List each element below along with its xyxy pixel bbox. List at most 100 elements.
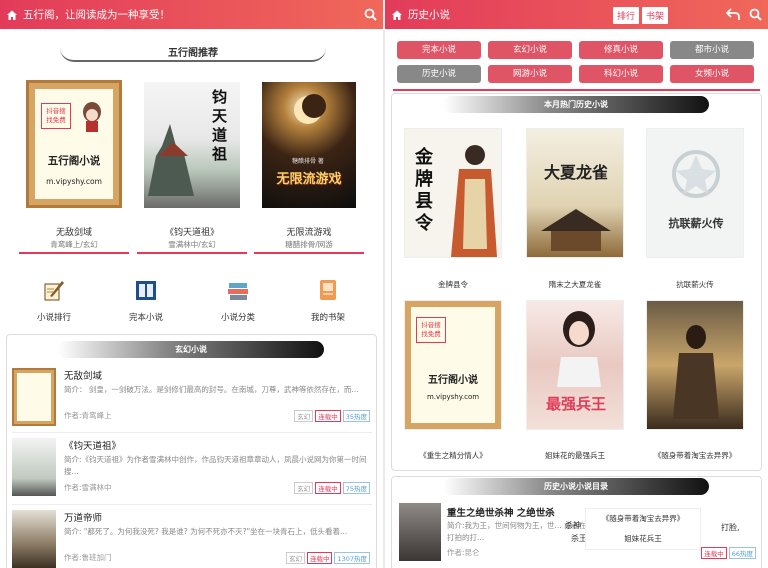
book-meta-1: 青鸾峰上/玄幻: [50, 240, 98, 249]
category-history[interactable]: 历史小说: [397, 65, 481, 83]
grid-cover-3-title: 抗联薪火传: [668, 217, 724, 230]
section-heading-fantasy: 玄幻小说: [58, 341, 324, 358]
emblem-icon: [672, 150, 720, 198]
suggestion-popup: 《随身带着淘宝去异界》 姐妹花兵王: [585, 508, 701, 550]
category-xiuzhen[interactable]: 修真小说: [579, 41, 663, 59]
book-cover-1[interactable]: 抖音搜 找免费 五行阁小说 m.vipyshy.com: [26, 80, 122, 208]
tab-bookshelf[interactable]: 书架: [642, 7, 669, 24]
book-name-1[interactable]: 无敌剑域: [19, 225, 129, 238]
book-cover-3[interactable]: 糖醋排骨 著 无限流游戏: [262, 82, 356, 208]
tag-heat: 66热度: [728, 547, 756, 559]
tag-heat: 1307热度: [334, 552, 370, 564]
list-item-title[interactable]: 无敌剑域: [64, 368, 102, 382]
grid-name-4[interactable]: 《重生之精分情人》: [393, 450, 513, 461]
tag-status: 连载中: [701, 547, 727, 559]
list-item-title[interactable]: 万道帝师: [64, 510, 102, 524]
tag-status: 连载中: [306, 552, 333, 564]
nav-bookshelf[interactable]: 我的书架: [298, 278, 358, 323]
category-scifi[interactable]: 科幻小说: [579, 65, 663, 83]
book-meta-2: 雪满林中/玄幻: [168, 240, 216, 249]
grid-name-1[interactable]: 金牌县令: [393, 279, 513, 290]
tag-heat: 35热度: [342, 410, 370, 422]
overlay-word: 打脸,: [721, 523, 740, 532]
nav-ranking-label: 小说排行: [36, 313, 71, 323]
divider: [12, 432, 372, 433]
list-item-tags: 玄幻 连载中 1307热度: [285, 552, 370, 564]
category-female[interactable]: 女频小说: [670, 65, 754, 83]
book2-cover-title: 钧天道祖: [212, 88, 228, 163]
tag-heat: 75热度: [342, 482, 370, 494]
search-icon[interactable]: [364, 8, 377, 21]
list-thumb-book3: [12, 510, 56, 568]
category-urban[interactable]: 都市小说: [670, 41, 754, 59]
nav-bookshelf-label: 我的书架: [310, 313, 345, 323]
book-cover-2[interactable]: 钧天道祖: [144, 82, 240, 208]
list-item-tags: 玄幻 连载中 75热度: [294, 482, 370, 494]
grid-name-6[interactable]: 《随身带着淘宝去异界》: [635, 450, 755, 461]
catalog-thumb[interactable]: [399, 503, 441, 561]
book-meta-3: 糖醋排骨/网游: [285, 240, 333, 249]
list-item-title[interactable]: 《钧天道祖》: [64, 438, 121, 452]
tag-genre: 玄幻: [294, 410, 314, 422]
moon-icon: [294, 94, 326, 124]
nav-category[interactable]: 小说分类: [208, 278, 268, 323]
nav-ranking[interactable]: 小说排行: [24, 278, 84, 323]
category-fantasy[interactable]: 玄幻小说: [488, 41, 572, 59]
tag-genre: 玄幻: [294, 482, 314, 494]
list-item-author: 作者:青鸾峰上: [64, 411, 112, 420]
site-slogan: 五行阁，让阅读成为一种享受！: [23, 9, 170, 21]
tab-ranking[interactable]: 排行: [613, 7, 640, 24]
tag-genre: 玄幻: [285, 552, 305, 564]
book-name-2[interactable]: 《钧天道祖》: [137, 225, 247, 238]
grid-name-3[interactable]: 抗联薪火传: [635, 279, 755, 290]
grid-cover-1[interactable]: 金牌县令: [404, 128, 502, 258]
grid-name-5[interactable]: 姐妹花的最强兵王: [515, 450, 635, 461]
page-title: 历史小说: [408, 9, 450, 21]
grid-cover-6[interactable]: [646, 300, 744, 430]
popup-item[interactable]: 姐妹花兵王: [586, 532, 700, 546]
book-underline-3: [254, 252, 364, 254]
home-icon[interactable]: [6, 9, 18, 21]
book-name-3[interactable]: 无限流游戏: [254, 225, 364, 238]
search-icon[interactable]: [749, 8, 762, 21]
category-divider: [393, 89, 760, 91]
grid-cover-4[interactable]: 抖音搜 找免费 五行阁小说 m.vipyshy.com: [404, 300, 502, 430]
girl-illustration: [557, 311, 601, 387]
grid-name-2[interactable]: 隋末之大夏龙雀: [515, 279, 635, 290]
list-item[interactable]: 无敌剑域 简介： 剑皇，一剑破万法。是剑修们最高的封号。在南城，刀尊，武神等依然…: [8, 366, 376, 430]
section-heading-catalog: 历史小说小说目录: [443, 478, 709, 495]
grid-cover-2[interactable]: 大夏龙雀: [526, 128, 624, 258]
book-underline-1: [19, 252, 129, 254]
palace-illustration: [541, 209, 611, 251]
nav-finished[interactable]: 完本小说: [116, 278, 176, 323]
tag-status: 连载中: [315, 482, 341, 494]
list-item[interactable]: 万道帝师 简介: "都死了。为何我没死? 我是谁? 为何不死亦不灭?"坐在一块青…: [8, 508, 376, 568]
catalog-item-author: 作者:昆仑: [447, 548, 480, 557]
top-header: 历史小说 排行 书架: [385, 0, 768, 29]
catalog-item-tags: 连载中 66热度: [701, 547, 756, 559]
logo-main-text: 五行阁小说: [47, 155, 101, 167]
list-item-author: 作者:雪满林中: [64, 483, 112, 492]
back-arrow-icon[interactable]: [726, 8, 740, 21]
warrior-illustration: [451, 145, 497, 257]
popup-item[interactable]: 《随身带着淘宝去异界》: [586, 512, 700, 526]
book-underline-2: [137, 252, 247, 254]
mascot-icon: [83, 102, 101, 132]
quill-icon: [44, 281, 64, 301]
header-tabs: 排行 书架: [613, 7, 669, 24]
list-item[interactable]: 《钧天道祖》 简介:《钧天道祖》为作者雪满林中创作，作品钧天道祖章章动人，凤晨小…: [8, 436, 376, 500]
temple-illustration: [148, 124, 194, 196]
category-finished[interactable]: 完本小说: [397, 41, 481, 59]
book-open-icon: [136, 281, 156, 300]
catalog-item-title[interactable]: 重生之绝世杀神 之绝世杀: [447, 505, 555, 519]
list-item-tags: 玄幻 连载中 35热度: [294, 410, 370, 422]
right-phone-screen: 历史小说 排行 书架 完本小说 玄幻小说 修真小说 都市小说 历史小说 网游小说…: [385, 0, 768, 568]
list-item-desc: 简介:《钧天道祖》为作者雪满林中创作，作品钧天道祖章章动人，凤晨小说网为你第一时…: [64, 455, 367, 476]
nav-category-label: 小说分类: [220, 313, 255, 323]
home-icon[interactable]: [391, 9, 403, 21]
divider: [12, 504, 372, 505]
grid-cover-3[interactable]: 抗联薪火传: [646, 128, 744, 258]
category-online-game[interactable]: 网游小说: [488, 65, 572, 83]
books-stack-icon: [228, 283, 248, 300]
grid-cover-5[interactable]: 最强兵王: [526, 300, 624, 430]
